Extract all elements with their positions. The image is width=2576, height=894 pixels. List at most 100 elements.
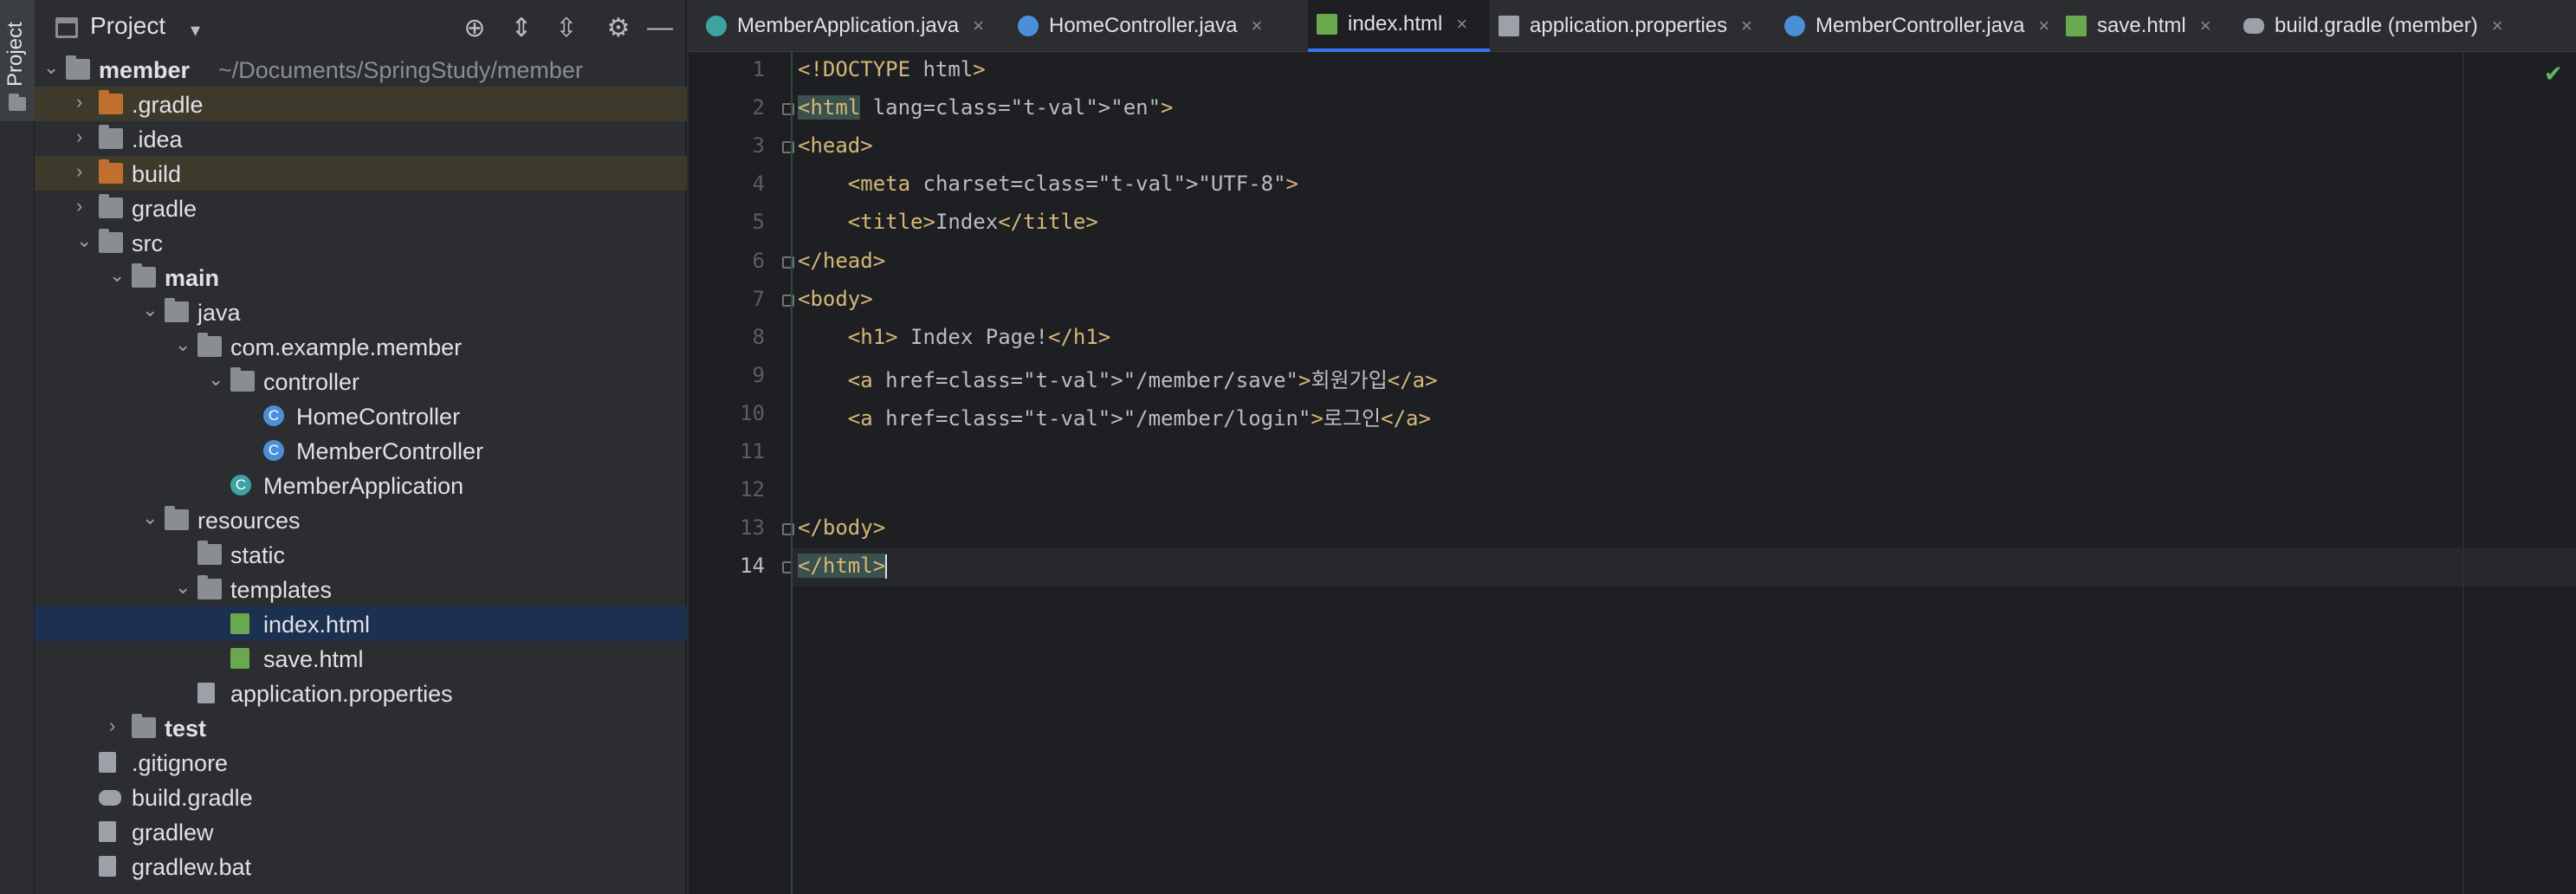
code-line[interactable]: <body>	[798, 287, 873, 311]
code-line[interactable]: <meta charset=class="t-val">"UTF-8">	[798, 172, 1298, 196]
line-number: 14	[740, 554, 765, 579]
tree-item[interactable]: application.properties	[35, 676, 687, 710]
tree-item[interactable]: ⌄ templates	[35, 572, 687, 606]
code-line[interactable]: </head>	[798, 249, 885, 273]
tree-item-label: com.example.member	[230, 334, 463, 360]
editor-tab[interactable]: build.gradle (member) ×	[2235, 0, 2503, 52]
code-line[interactable]: <head>	[798, 133, 873, 158]
tree-item-path: ~/Documents/SpringStudy/member	[218, 57, 583, 83]
analysis-ok-check-icon[interactable]: ✔	[2544, 61, 2563, 87]
editor-tab-label: application.properties	[1530, 14, 1728, 37]
code-area[interactable]: <!DOCTYPE html> <html lang=class="t-val">…	[791, 52, 2576, 894]
close-icon[interactable]: ×	[2038, 15, 2049, 37]
line-number: 3	[752, 133, 765, 159]
folder-icon	[99, 125, 123, 149]
code-line[interactable]: <a href=class="t-val">"/member/login">로그…	[798, 401, 1431, 431]
tree-item[interactable]: C HomeController	[35, 398, 687, 433]
editor-tab[interactable]: application.properties ×	[1490, 0, 1776, 52]
close-icon[interactable]: ×	[973, 15, 984, 37]
tree-item[interactable]: ⌄ java	[35, 295, 687, 329]
tree-item-label: controller	[263, 369, 360, 395]
folder-icon	[99, 194, 123, 218]
tree-item-label: application.properties	[230, 681, 453, 707]
close-icon[interactable]: ×	[2492, 15, 2503, 37]
tree-item[interactable]: gradlew.bat	[35, 849, 687, 884]
editor-tab[interactable]: save.html ×	[2057, 0, 2235, 52]
tree-item[interactable]: ⌄ src	[35, 225, 687, 260]
properties-file-icon	[197, 683, 215, 703]
expand-all-icon[interactable]: ⇕	[506, 12, 537, 43]
chevron-down-icon[interactable]: ⌄	[175, 335, 192, 354]
chevron-down-icon[interactable]: ⌄	[109, 266, 126, 285]
html-file-icon	[1317, 14, 1337, 35]
line-number: 4	[752, 172, 765, 197]
tree-item[interactable]: › .gradle	[35, 87, 687, 121]
tree-item-label: index.html	[263, 612, 371, 638]
chevron-down-icon[interactable]: ⌄	[208, 370, 225, 389]
chevron-right-icon[interactable]: ›	[76, 127, 94, 146]
chevron-down-icon[interactable]: ⌄	[142, 509, 159, 528]
editor-tab[interactable]: MemberApplication.java ×	[697, 0, 1009, 52]
tree-item[interactable]: C MemberApplication	[35, 468, 687, 502]
gear-icon[interactable]: ⚙	[603, 12, 634, 43]
collapse-all-icon[interactable]: ⇳	[551, 12, 582, 43]
code-line[interactable]: </body>	[798, 515, 885, 540]
chevron-right-icon[interactable]: ›	[76, 197, 94, 216]
editor-tab[interactable]: MemberController.java ×	[1776, 0, 2057, 52]
tree-item[interactable]: ⌄ controller	[35, 364, 687, 398]
tree-item[interactable]: › .idea	[35, 121, 687, 156]
editor-gutter: 1 2 3 4 5 6 7 8 9 10 11 12 13 14	[689, 52, 794, 894]
code-line[interactable]: <!DOCTYPE html>	[798, 57, 986, 81]
tree-item[interactable]: static	[35, 537, 687, 572]
html-file-icon	[230, 613, 249, 634]
tree-item[interactable]: › gradle	[35, 191, 687, 225]
tree-item[interactable]: ⌄ main	[35, 260, 687, 295]
tree-item[interactable]: ⌄ com.example.member	[35, 329, 687, 364]
tree-item[interactable]: gradlew	[35, 814, 687, 849]
tree-item[interactable]: › build	[35, 156, 687, 191]
tree-item[interactable]: C MemberController	[35, 433, 687, 468]
chevron-down-icon[interactable]: ⌄	[76, 231, 94, 250]
tree-item-label: save.html	[263, 646, 364, 672]
code-line[interactable]: <html lang=class="t-val">"en">	[798, 95, 1174, 120]
html-file-icon	[230, 648, 249, 669]
chevron-down-icon[interactable]: ⌄	[175, 578, 192, 597]
close-icon[interactable]: ×	[1251, 15, 1262, 37]
locate-file-icon[interactable]: ⊕	[459, 12, 490, 43]
editor-tab[interactable]: index.html ×	[1308, 0, 1490, 52]
close-icon[interactable]: ×	[1741, 15, 1752, 37]
file-icon	[99, 856, 116, 877]
class-icon	[1784, 16, 1805, 36]
line-number: 7	[752, 286, 765, 311]
code-line[interactable]: <h1> Index Page!</h1>	[798, 325, 1110, 349]
chevron-down-icon[interactable]: ⌄	[43, 58, 61, 77]
tree-item-label: build	[132, 161, 182, 187]
tree-item-label: static	[230, 542, 286, 568]
text-caret	[885, 554, 888, 580]
folder-icon	[9, 94, 26, 111]
code-line[interactable]: <title>Index</title>	[798, 210, 1098, 234]
tree-item[interactable]: › test	[35, 710, 687, 745]
code-line[interactable]: </html>	[798, 554, 888, 580]
source-folder-icon	[132, 263, 156, 288]
tree-item-label: src	[132, 230, 163, 256]
tree-item[interactable]: ⌄ member ~/Documents/SpringStudy/member	[35, 52, 687, 87]
chevron-down-icon[interactable]: ▾	[191, 19, 200, 42]
code-line[interactable]: <a href=class="t-val">"/member/save">회원가…	[798, 363, 1438, 393]
tree-item[interactable]: build.gradle	[35, 780, 687, 814]
tree-item[interactable]: save.html	[35, 641, 687, 676]
editor-tab[interactable]: HomeController.java ×	[1009, 0, 1308, 52]
chevron-right-icon[interactable]: ›	[76, 162, 94, 181]
tree-item[interactable]: ⌄ resources	[35, 502, 687, 537]
tree-item[interactable]: index.html	[35, 606, 687, 641]
chevron-right-icon[interactable]: ›	[109, 716, 126, 735]
close-icon[interactable]: ×	[2200, 15, 2211, 37]
tree-item[interactable]: .gitignore	[35, 745, 687, 780]
minimize-icon[interactable]: —	[644, 12, 676, 43]
chevron-down-icon[interactable]: ⌄	[142, 301, 159, 320]
project-panel-title[interactable]: Project	[90, 12, 165, 40]
editor-tabs: MemberApplication.java × HomeController.ja…	[689, 0, 2576, 52]
close-icon[interactable]: ×	[1456, 13, 1467, 36]
tree-item-label: HomeController	[296, 404, 461, 430]
chevron-right-icon[interactable]: ›	[76, 93, 94, 112]
